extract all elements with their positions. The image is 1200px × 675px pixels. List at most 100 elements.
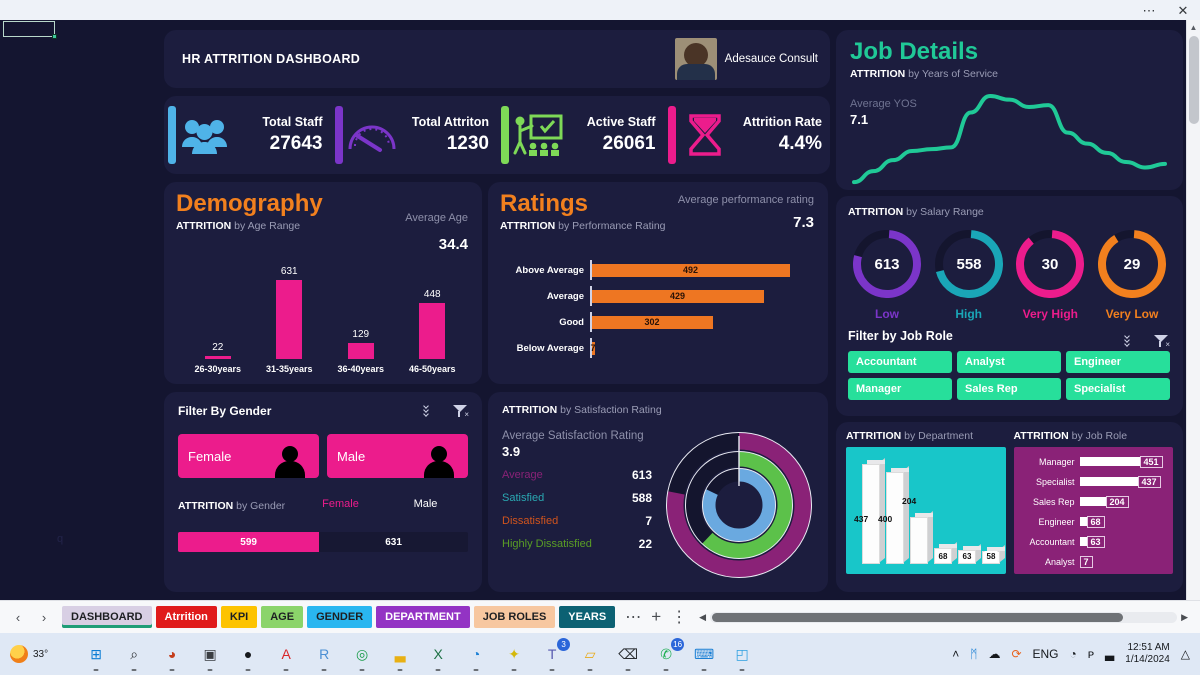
sheet-tab-dashboard[interactable]: DASHBOARD xyxy=(62,606,152,628)
wifi-icon[interactable]: ◔ xyxy=(1070,647,1077,661)
sheet-tab-kpi[interactable]: KPI xyxy=(220,606,258,628)
chrome-icon[interactable]: ◎ xyxy=(350,642,374,671)
sheet-tab-atrrition[interactable]: Atrrition xyxy=(155,606,217,628)
department-bar: 400 xyxy=(878,466,909,564)
scroll-left-arrow[interactable]: ◀ xyxy=(695,612,710,623)
clock[interactable]: 12:51 AM 1/14/2024 xyxy=(1125,642,1170,667)
edge-icon[interactable]: ◔ xyxy=(464,642,488,671)
horizontal-scroll-thumb[interactable] xyxy=(712,612,1124,622)
satisfaction-label: Average xyxy=(502,469,543,481)
job-details-subtitle: ATTRITION by Years of Service xyxy=(850,68,999,80)
teams-icon[interactable]: T3 xyxy=(540,638,571,671)
jobrole-value: 68 xyxy=(1086,515,1105,528)
sheet-tab-gender[interactable]: GENDER xyxy=(307,606,373,628)
job-role-button-analyst[interactable]: Analyst xyxy=(957,351,1061,373)
battery-icon[interactable]: ▃ xyxy=(1105,647,1114,661)
sheet-tab-department[interactable]: DEPARTMENT xyxy=(376,606,470,628)
search-icon[interactable]: ⌕ xyxy=(122,642,146,671)
jobrole-row: Sales Rep 204 xyxy=(1018,493,1170,510)
horizontal-scrollbar[interactable]: ◀ ▶ xyxy=(695,611,1192,623)
gauge-icon xyxy=(341,115,403,155)
satisfaction-title: ATTRITION by Satisfaction Rating xyxy=(502,404,662,416)
jobrole-value: 7 xyxy=(1079,555,1093,568)
salary-donut-low[interactable]: 613 Low xyxy=(848,228,926,321)
jobrole-chart-panel: Manager 451 Specialist 437 Sales Rep 204 Engin… xyxy=(1013,447,1173,574)
photos-icon[interactable]: ◰ xyxy=(730,642,754,671)
rating-value: 492 xyxy=(682,264,699,275)
window-more-button[interactable]: ⋯ xyxy=(1132,0,1166,20)
gender-stacked-bar: 599 631 xyxy=(178,532,468,552)
update-icon[interactable]: ⟳ xyxy=(1011,647,1021,661)
start-icon[interactable]: ⊞ xyxy=(84,642,108,671)
vscode-icon[interactable]: ⌨ xyxy=(692,642,716,671)
sheet-prev-button[interactable]: ‹ xyxy=(6,610,30,625)
whatsapp-icon[interactable]: ✆ 16 xyxy=(654,638,685,671)
job-role-button-accountant[interactable]: Accountant xyxy=(848,351,952,373)
fill-handle[interactable] xyxy=(52,34,57,39)
spreadsheet-canvas[interactable]: q HR ATTRITION DASHBOARD Adesauce Consul… xyxy=(0,20,1200,600)
scroll-right-arrow[interactable]: ▶ xyxy=(1177,612,1192,623)
onedrive-icon[interactable]: ☁ xyxy=(988,647,1000,661)
horizontal-scroll-track[interactable] xyxy=(710,611,1178,623)
active-cell-selector[interactable] xyxy=(3,21,57,39)
age-bar xyxy=(419,303,446,359)
gender-button-male[interactable]: Male xyxy=(327,434,468,478)
windows-taskbar: 33° ⊞ ⌕ ◕ ▣ ● A R ◎ ▃ X ◔ ✦ T 3 ▱ ⌫ ✆ 16 ⌨ ◰ ˄ ᛗ ☁ ⟳ ENG ◔ … xyxy=(0,633,1200,675)
gender-buttons: Female Male xyxy=(178,434,468,478)
badge: 16 xyxy=(671,638,685,651)
rating-value: 7 xyxy=(590,342,596,353)
photoshop-icon[interactable]: ✦ xyxy=(502,642,526,671)
sheet-next-button[interactable]: › xyxy=(32,610,56,625)
yos-line xyxy=(852,93,1167,185)
sheet-tab-job-roles[interactable]: JOB ROLES xyxy=(473,606,556,628)
salary-donut-very-high[interactable]: 30 Very High xyxy=(1011,228,1089,321)
department-chart-panel: 437 400 204 68 63 58 xyxy=(846,447,1006,574)
job-role-button-manager[interactable]: Manager xyxy=(848,378,952,400)
vertical-scroll-thumb[interactable] xyxy=(1189,36,1199,124)
job-role-button-engineer[interactable]: Engineer xyxy=(1066,351,1170,373)
scroll-up-arrow[interactable]: ▲ xyxy=(1187,20,1200,34)
rating-bar: 302 xyxy=(591,315,713,329)
terminal-icon[interactable]: ⌫ xyxy=(616,642,640,671)
show-hidden-icons[interactable]: ˄ xyxy=(952,647,959,661)
bluetooth-icon[interactable]: ᛗ xyxy=(970,647,977,661)
sheet-tab-years[interactable]: YEARS xyxy=(559,606,616,628)
files-icon[interactable]: ▣ xyxy=(198,642,222,671)
jobrole-title: ATTRITION by Job Role xyxy=(1013,430,1128,442)
kpi-value: 1230 xyxy=(446,133,489,154)
volume-icon[interactable]: ᴘ xyxy=(1088,647,1094,661)
weather-widget[interactable]: 33° xyxy=(10,645,48,663)
notification-bell-icon[interactable]: △ xyxy=(1181,647,1190,661)
job-role-button-specialist[interactable]: Specialist xyxy=(1066,378,1170,400)
jobrole-row: Engineer 68 xyxy=(1018,513,1170,530)
salary-donut-very-low[interactable]: 29 Very Low xyxy=(1093,228,1171,321)
excel-icon[interactable]: X xyxy=(426,642,450,671)
multi-select-icon[interactable] xyxy=(1124,333,1141,348)
female-avatar-icon xyxy=(275,444,305,478)
tableau-icon[interactable]: ● xyxy=(236,642,260,671)
salary-donut-high[interactable]: 558 High xyxy=(930,228,1008,321)
clear-filter-icon[interactable]: × xyxy=(1153,334,1170,349)
jobrole-label: Accountant xyxy=(1029,536,1075,547)
gender-button-female[interactable]: Female xyxy=(178,434,319,478)
add-sheet-button[interactable]: + xyxy=(651,607,661,627)
sheet-more-button[interactable]: ⋯ xyxy=(625,607,641,627)
powerbi-icon[interactable]: ▃ xyxy=(388,642,412,671)
job-details-title: Job Details xyxy=(850,38,979,65)
clear-filter-icon[interactable]: × xyxy=(452,404,469,419)
language-indicator[interactable]: ENG xyxy=(1033,647,1059,661)
sheet-menu-button[interactable]: ⋮ xyxy=(671,607,687,627)
avatar xyxy=(674,38,717,80)
file-explorer-icon[interactable]: ▱ xyxy=(578,642,602,671)
vertical-scrollbar[interactable]: ▲ xyxy=(1186,20,1200,600)
rstudio-icon[interactable]: R xyxy=(312,642,336,671)
multi-select-icon[interactable] xyxy=(423,403,440,418)
sheet-tab-age[interactable]: AGE xyxy=(261,606,304,628)
salary-donut-label: High xyxy=(955,307,982,321)
rating-row: Above Average 492 xyxy=(498,260,818,280)
acrobat-icon[interactable]: A xyxy=(274,642,298,671)
window-close-button[interactable]: ✕ xyxy=(1166,0,1200,20)
job-role-button-sales-rep[interactable]: Sales Rep xyxy=(957,378,1061,400)
excel-window: ⋯ ✕ q HR ATTRITION DASHBOARD Adesauce Co… xyxy=(0,0,1200,675)
powerpoint-icon[interactable]: ◕ xyxy=(160,642,184,671)
